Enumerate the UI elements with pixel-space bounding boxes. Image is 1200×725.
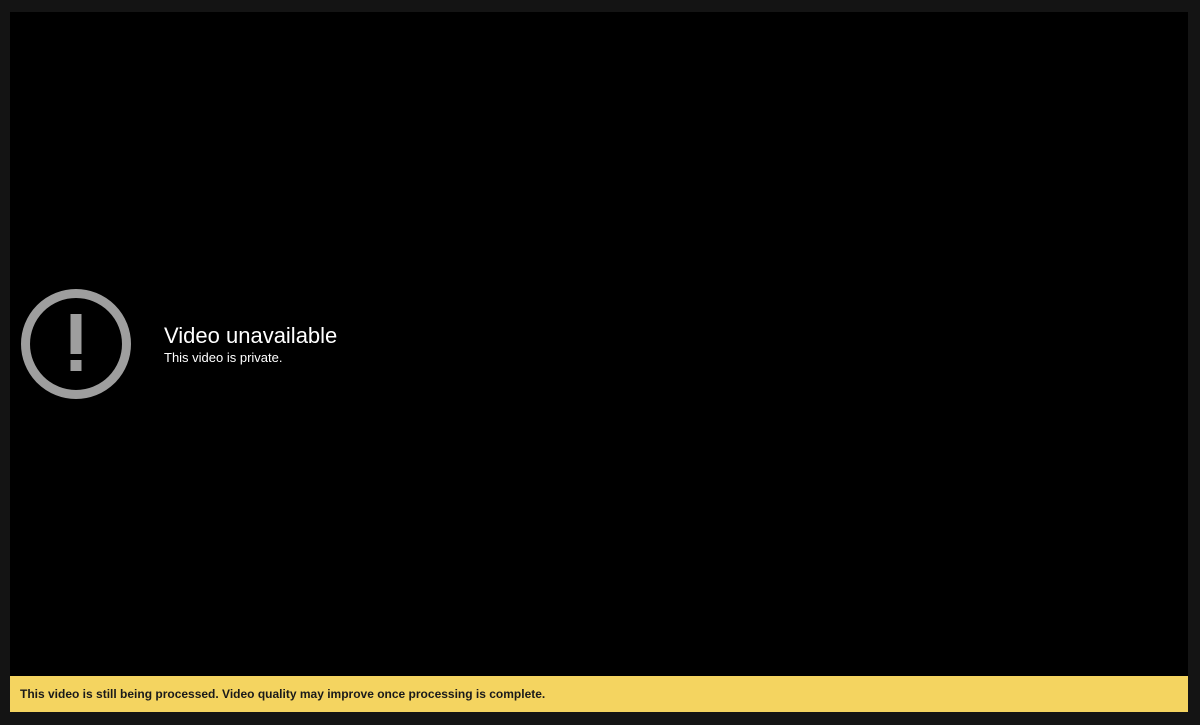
video-player[interactable]: Video unavailable This video is private.	[10, 12, 1188, 676]
error-title: Video unavailable	[164, 323, 338, 348]
processing-notice-banner: This video is still being processed. Vid…	[10, 676, 1188, 712]
page-frame: Video unavailable This video is private.…	[0, 0, 1200, 725]
error-subtitle: This video is private.	[164, 350, 283, 365]
error-message: Video unavailable This video is private.	[164, 322, 337, 366]
exclamation-circle-icon	[20, 288, 132, 400]
processing-notice-text: This video is still being processed. Vid…	[20, 687, 546, 701]
